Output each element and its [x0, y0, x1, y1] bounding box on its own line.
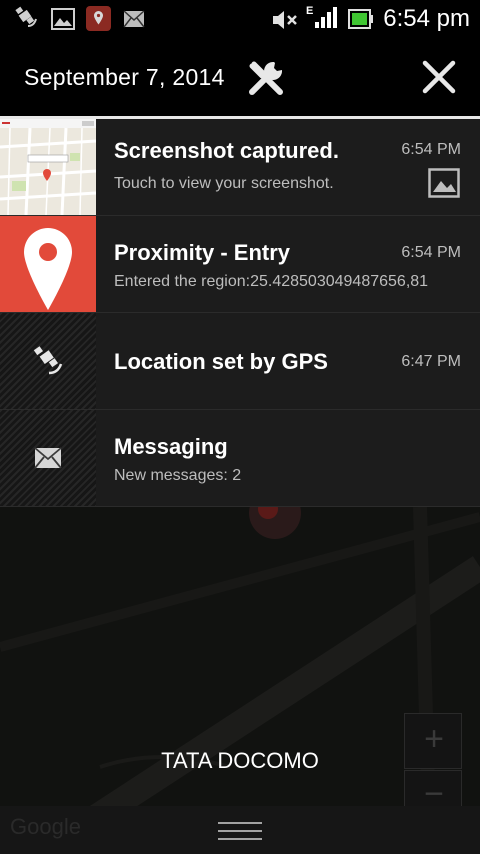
notification-time: 6:54 PM	[401, 244, 461, 261]
close-icon[interactable]	[421, 59, 457, 95]
image-icon	[428, 168, 460, 198]
message-icon	[123, 10, 145, 28]
drag-handle-bar[interactable]: Google	[0, 806, 480, 854]
notification-proximity[interactable]: Proximity - Entry 6:54 PM Entered the re…	[0, 216, 480, 313]
signal-icon: E	[306, 5, 337, 28]
notification-title: Screenshot captured.	[114, 138, 339, 163]
image-icon	[51, 8, 75, 30]
notification-header: September 7, 2014	[0, 38, 480, 116]
notification-subtitle: Entered the region:25.428503049487656,81	[114, 273, 429, 290]
notification-screenshot[interactable]: Screenshot captured. 6:54 PM Touch to vi…	[0, 119, 480, 216]
screenshot-thumbnail	[0, 119, 96, 215]
notification-subtitle: New messages: 2	[114, 467, 242, 484]
svg-text:E: E	[306, 5, 313, 17]
map-pin-thumbnail	[0, 216, 96, 312]
carrier-label: TATA DOCOMO	[161, 748, 319, 773]
battery-icon	[348, 9, 373, 29]
map-pin-icon	[0, 216, 96, 312]
header-date: September 7, 2014	[24, 64, 225, 90]
notification-messaging[interactable]: Messaging New messages: 2	[0, 410, 480, 507]
notification-subtitle: Touch to view your screenshot.	[114, 175, 334, 192]
drag-handle-icon[interactable]	[216, 820, 264, 842]
maps-icon	[86, 6, 111, 31]
messaging-thumbnail	[0, 410, 96, 506]
notification-title: Messaging	[114, 434, 228, 459]
status-time: 6:54 pm	[383, 5, 470, 32]
notification-time: 6:54 PM	[401, 141, 461, 158]
gps-icon	[15, 6, 37, 27]
settings-icon[interactable]	[246, 58, 286, 98]
background-map: + −	[0, 507, 480, 854]
gps-icon	[33, 346, 63, 375]
google-watermark: Google	[10, 814, 81, 839]
status-bar: E 6:54 pm	[0, 0, 480, 38]
notification-time: 6:47 PM	[401, 353, 461, 370]
notification-gps[interactable]: Location set by GPS 6:47 PM	[0, 313, 480, 410]
mute-icon	[273, 11, 297, 29]
envelope-icon	[34, 447, 62, 469]
notification-title: Proximity - Entry	[114, 240, 291, 265]
notification-title: Location set by GPS	[114, 349, 328, 374]
gps-thumbnail	[0, 313, 96, 409]
